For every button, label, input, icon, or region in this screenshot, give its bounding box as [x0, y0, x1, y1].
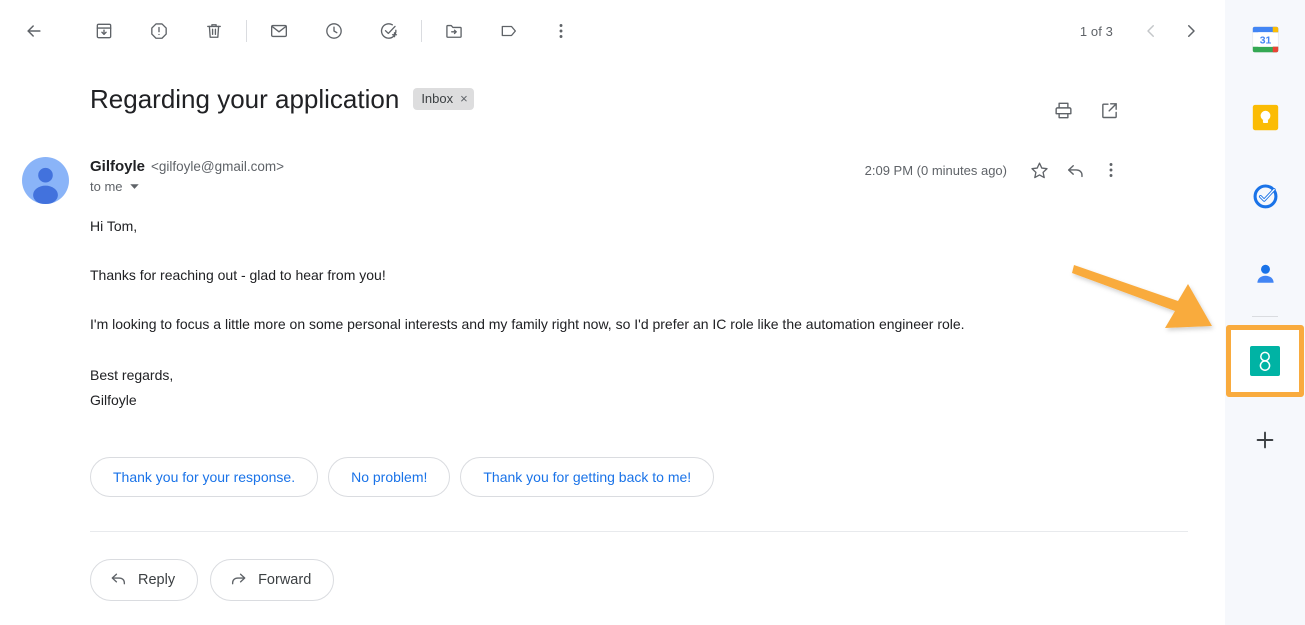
toolbar-divider	[246, 20, 247, 42]
delete-button[interactable]	[194, 11, 234, 51]
move-to-button[interactable]	[434, 11, 474, 51]
gmail-message-view: 1 of 3 Regarding your application Inbox	[0, 0, 1305, 625]
archive-button[interactable]	[84, 11, 124, 51]
close-icon[interactable]: ×	[460, 88, 468, 110]
plus-icon[interactable]	[1245, 420, 1285, 460]
pager-next-button[interactable]	[1171, 11, 1211, 51]
subject-actions	[1043, 90, 1129, 130]
reply-button-label: Reply	[138, 572, 176, 588]
sidebar-item-contacts[interactable]	[1225, 234, 1305, 312]
recipients-label: to me	[90, 179, 123, 194]
pager-prev-button[interactable]	[1131, 11, 1171, 51]
addon-icon[interactable]	[1250, 346, 1280, 376]
smart-reply-chip-1[interactable]: Thank you for your response.	[90, 457, 319, 497]
google-keep-icon[interactable]	[1245, 97, 1285, 137]
smart-reply-chip-2[interactable]: No problem!	[328, 457, 451, 497]
pager-count: 1 of 3	[1079, 23, 1113, 39]
print-icon[interactable]	[1043, 90, 1083, 130]
divider	[90, 531, 1188, 532]
sender-name: Gilfoyle	[90, 158, 146, 175]
recipients-toggle[interactable]: to me	[90, 179, 284, 194]
body-paragraph-2: I'm looking to focus a little more on so…	[90, 316, 965, 332]
labels-button[interactable]	[489, 11, 529, 51]
page-title: Regarding your application	[90, 84, 400, 114]
reply-icon[interactable]	[1057, 152, 1093, 188]
reply-button[interactable]: Reply	[90, 559, 199, 601]
message-body: Hi Tom, Thanks for reaching out - glad t…	[90, 216, 1185, 413]
add-to-tasks-button[interactable]	[369, 11, 409, 51]
body-paragraph-1: Thanks for reaching out - glad to hear f…	[90, 267, 386, 283]
more-options-button[interactable]	[541, 11, 581, 51]
sidebar-add-addon[interactable]	[1225, 401, 1305, 479]
reply-forward-row: Reply Forward	[90, 559, 335, 601]
message-toolbar: 1 of 3	[0, 0, 1225, 62]
label-chip-text: Inbox	[421, 91, 454, 106]
message-meta: 2:09 PM (0 minutes ago)	[865, 152, 1129, 188]
report-spam-button[interactable]	[139, 11, 179, 51]
google-calendar-icon[interactable]: 31	[1245, 19, 1285, 59]
sidebar-divider	[1252, 316, 1278, 317]
forward-button[interactable]: Forward	[210, 559, 335, 601]
timestamp: 2:09 PM (0 minutes ago)	[864, 162, 1007, 178]
sidebar-item-calendar[interactable]: 31	[1225, 0, 1305, 78]
smart-reply-chips: Thank you for your response. No problem!…	[90, 457, 715, 497]
open-in-new-window-icon[interactable]	[1089, 90, 1129, 130]
mark-unread-button[interactable]	[259, 11, 299, 51]
side-panel: 31	[1225, 0, 1305, 625]
body-greeting: Hi Tom,	[90, 218, 138, 234]
mail-pane: 1 of 3 Regarding your application Inbox	[0, 0, 1225, 625]
sidebar-item-tasks[interactable]	[1225, 156, 1305, 234]
toolbar-divider-2	[421, 20, 422, 42]
message-more-icon[interactable]	[1093, 152, 1129, 188]
body-signature: Best regards, Gilfoyle	[90, 367, 174, 408]
sender-email: <gilfoyle@gmail.com>	[151, 159, 285, 174]
google-tasks-icon[interactable]	[1245, 175, 1285, 215]
message-pager: 1 of 3	[1080, 11, 1211, 51]
back-button[interactable]	[14, 11, 54, 51]
sidebar-item-addon[interactable]	[1225, 321, 1305, 401]
chevron-down-icon[interactable]	[129, 181, 140, 192]
avatar[interactable]	[22, 157, 69, 204]
forward-button-label: Forward	[258, 572, 312, 588]
calendar-day-number: 31	[1259, 35, 1271, 46]
reply-arrow-icon	[109, 569, 128, 592]
google-contacts-icon[interactable]	[1245, 253, 1285, 293]
label-chip-inbox[interactable]: Inbox ×	[413, 88, 474, 110]
star-icon[interactable]	[1021, 152, 1057, 188]
sender-block: Gilfoyle <gilfoyle@gmail.com> to me	[90, 158, 284, 194]
subject-row: Regarding your application Inbox ×	[90, 82, 1129, 118]
smart-reply-chip-3[interactable]: Thank you for getting back to me!	[460, 457, 715, 497]
forward-arrow-icon	[229, 569, 248, 592]
snooze-button[interactable]	[314, 11, 354, 51]
sidebar-item-keep[interactable]	[1225, 78, 1305, 156]
